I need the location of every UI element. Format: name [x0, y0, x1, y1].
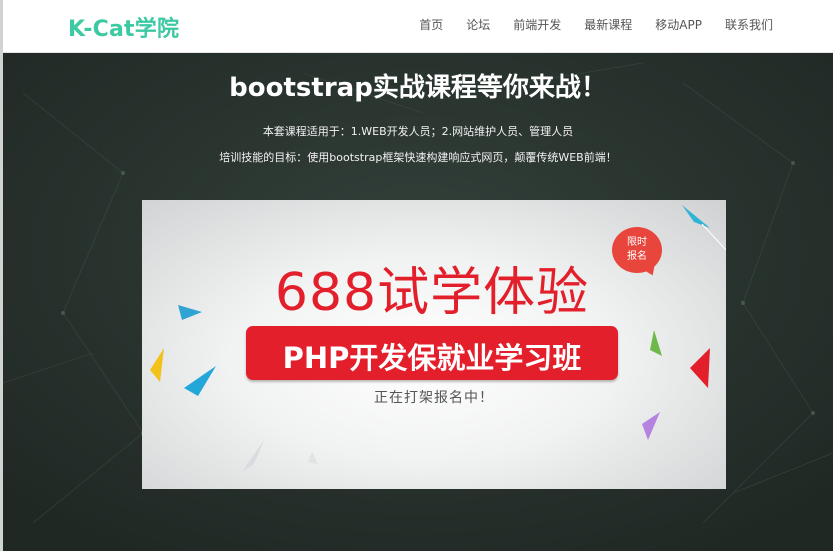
main-nav: 首页 论坛 前端开发 最新课程 移动APP 联系我们: [419, 16, 773, 33]
nav-item-home[interactable]: 首页: [419, 16, 443, 33]
nav-item-contact[interactable]: 联系我们: [725, 16, 773, 33]
hero-section: bootstrap实战课程等你来战！ 本套课程适用于：1.WEB开发人员；2.网…: [3, 53, 833, 551]
nav-item-frontend[interactable]: 前端开发: [513, 16, 561, 33]
hero-audience-text: 本套课程适用于：1.WEB开发人员；2.网站维护人员、管理人员: [262, 125, 574, 138]
nav-item-latest-courses[interactable]: 最新课程: [584, 16, 632, 33]
nav-item-forum[interactable]: 论坛: [466, 16, 490, 33]
hero-title: bootstrap实战课程等你来战！: [229, 73, 607, 103]
banner-headline: 688试学体验: [274, 263, 590, 323]
banner-subtext: 正在打架报名中！: [374, 390, 494, 406]
brand-logo[interactable]: K-Cat学院: [68, 11, 179, 43]
hero-goal-text: 培训技能的目标：使用bootstrap框架快速构建响应式网页，颠覆传统WEB前端…: [219, 151, 617, 164]
cyan-shard-icon: [682, 205, 710, 228]
course-banner-image[interactable]: 限时 报名 688试学体验 PHP开发保就业学习班 正在打架报名中！: [142, 200, 726, 489]
nav-item-mobile-app[interactable]: 移动APP: [655, 16, 702, 33]
banner-bar-text: PHP开发保就业学习班: [282, 341, 582, 375]
banner-red-bar: PHP开发保就业学习班: [246, 326, 618, 380]
badge-line-top: 限时: [627, 237, 647, 248]
navbar: K-Cat学院 首页 论坛 前端开发 最新课程 移动APP 联系我们: [3, 0, 833, 53]
